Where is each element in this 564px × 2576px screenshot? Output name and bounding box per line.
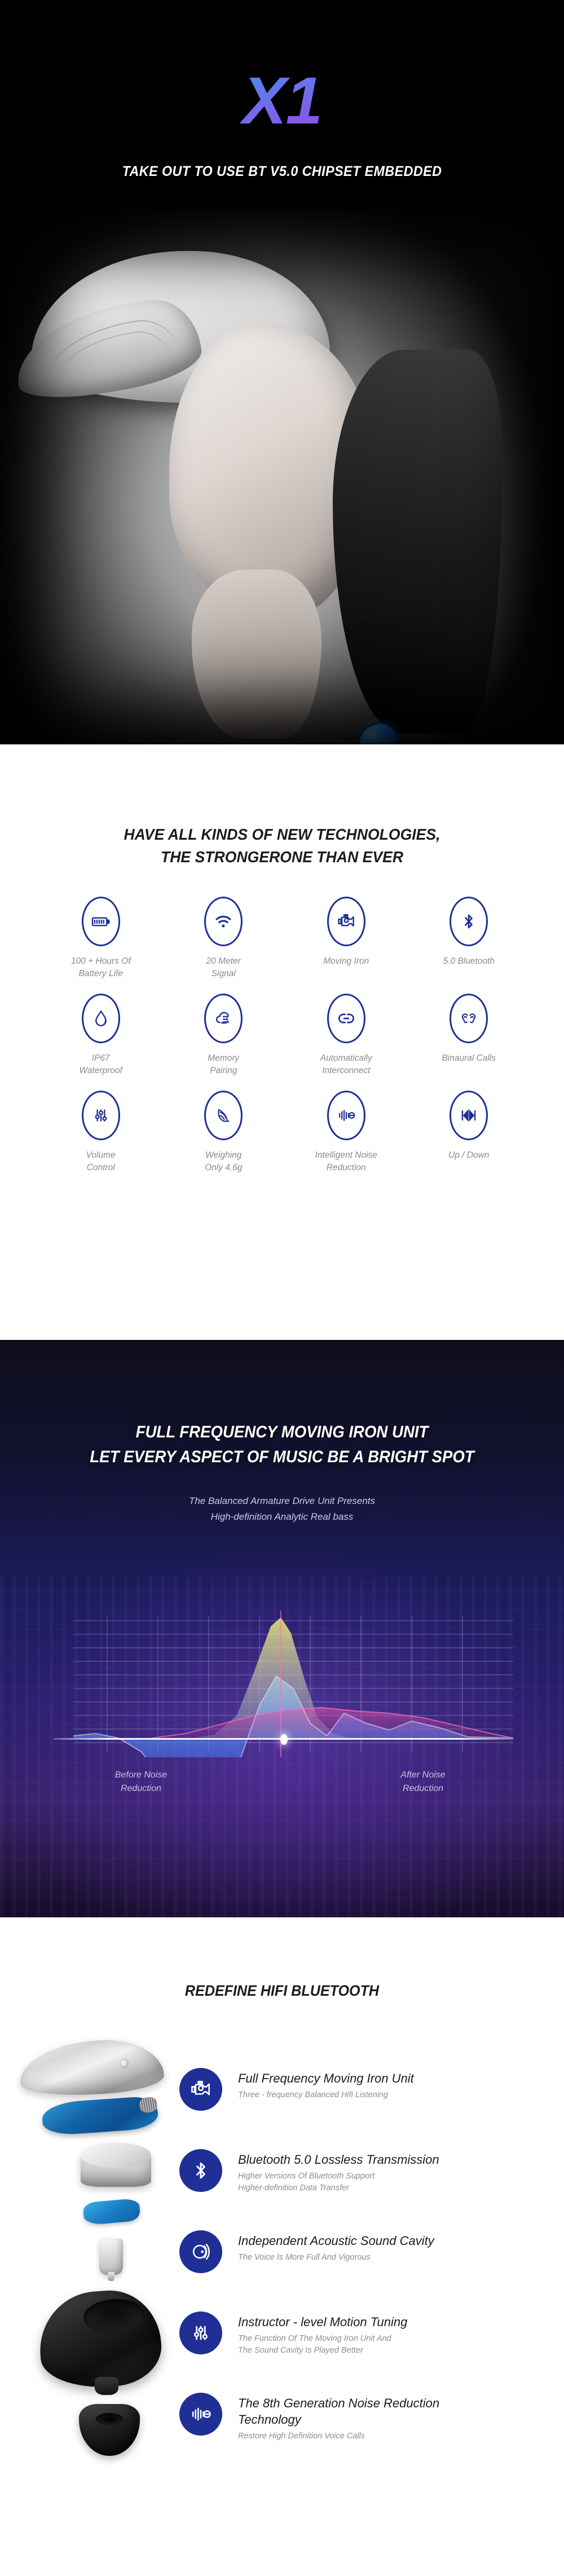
driver-unit-part <box>99 2239 123 2275</box>
battery-icon <box>81 897 120 946</box>
wifi-signal-icon <box>204 897 243 946</box>
frequency-response-chart <box>73 1554 513 1757</box>
photo-vignette <box>0 209 564 744</box>
feature-item-weight: Weighing Only 4.6g <box>162 1091 285 1176</box>
chart-svg <box>73 1611 513 1757</box>
feature-label: Intelligent Noise Reduction <box>315 1150 377 1173</box>
list-item: The 8th Generation Noise Reduction Techn… <box>179 2393 552 2474</box>
housing-nozzle-detail <box>95 2377 118 2395</box>
chart-center-marker <box>280 1734 288 1745</box>
list-item-subtitle: Restore High Definition Voice Calls <box>238 2432 365 2441</box>
noise-wave-icon <box>179 2393 222 2436</box>
ear-tip-bore-detail <box>96 2413 123 2425</box>
chart-captions: Before Noise Reduction After Noise Reduc… <box>0 1768 564 1796</box>
feature-item-noise-reduction: Intelligent Noise Reduction <box>285 1091 408 1176</box>
feature-label: IP67 Waterproof <box>79 1053 122 1076</box>
bluetooth-icon <box>179 2149 222 2192</box>
metal-case-shell-part <box>18 2037 165 2098</box>
list-item-subtitle: Higher Versions Of Bluetooth Support Hig… <box>238 2172 375 2193</box>
track-skip-icon <box>450 1091 488 1140</box>
caption-before: Before Noise Reduction <box>114 1770 168 1793</box>
feature-label: 20 Meter Signal <box>206 956 241 979</box>
list-item-text: Full Frequency Moving Iron Unit Three - … <box>238 2068 414 2101</box>
battery-top-face <box>81 2143 151 2168</box>
features-section: HAVE ALL KINDS OF NEW TECHNOLOGIES, THE … <box>0 744 564 1340</box>
list-item: Bluetooth 5.0 Lossless Transmission High… <box>179 2149 552 2230</box>
acoustic-subtitle: The Balanced Armature Drive Unit Present… <box>0 1493 564 1524</box>
list-item-text: Instructor - level Motion Tuning The Fun… <box>238 2312 407 2356</box>
list-item-subtitle: The Function Of The Moving Iron Unit And… <box>238 2334 391 2355</box>
list-item-text: Bluetooth 5.0 Lossless Transmission High… <box>238 2149 439 2194</box>
list-item-title: Instructor - level Motion Tuning <box>238 2315 408 2329</box>
redefine-title: REDEFINE HIFI BLUETOOTH <box>184 1982 380 1999</box>
feature-label: Automatically Interconnect <box>320 1053 372 1076</box>
list-item: Independent Acoustic Sound Cavity The Vo… <box>179 2230 552 2312</box>
redefine-feature-list: Full Frequency Moving Iron Unit Three - … <box>179 2068 552 2474</box>
bluetooth-icon <box>450 897 488 946</box>
feature-item-battery: 100 + Hours Of Battery Life <box>39 897 162 982</box>
feature-item-memory-pairing: Memory Pairing <box>162 994 285 1079</box>
feature-item-moving-iron: Moving Iron <box>285 897 408 982</box>
list-item-title: Independent Acoustic Sound Cavity <box>238 2234 434 2248</box>
acoustic-title: FULL FREQUENCY MOVING IRON UNIT LET EVER… <box>23 1420 541 1469</box>
feature-item-waterproof: IP67 Waterproof <box>39 994 162 1079</box>
sliders-icon <box>179 2312 222 2354</box>
caption-after: After Noise Reduction <box>400 1770 446 1793</box>
ear-tip-part <box>79 2404 140 2456</box>
moving-iron-icon <box>327 897 365 946</box>
exploded-view-diagram <box>11 2037 175 2524</box>
list-item-subtitle: Three - frequency Balanced Hifi Listenin… <box>238 2090 388 2100</box>
acoustic-section: FULL FREQUENCY MOVING IRON UNIT LET EVER… <box>0 1340 564 1917</box>
hero-tagline: TAKE OUT TO USE BT V5.0 CHIPSET EMBEDDED <box>122 164 442 179</box>
redefine-body: Full Frequency Moving Iron Unit Three - … <box>0 2037 564 2535</box>
list-item-text: Independent Acoustic Sound Cavity The Vo… <box>238 2230 434 2264</box>
sound-cavity-icon <box>179 2230 222 2273</box>
hero-photo <box>0 209 564 744</box>
hero-section: X1 TAKE OUT TO USE BT V5.0 CHIPSET EMBED… <box>0 0 564 744</box>
list-item-title: The 8th Generation Noise Reduction Techn… <box>238 2396 440 2427</box>
product-logo: X1 <box>0 68 564 134</box>
list-item-text: The 8th Generation Noise Reduction Techn… <box>238 2393 439 2442</box>
feature-label: 5.0 Bluetooth <box>443 956 495 966</box>
feature-item-volume: Volume Control <box>39 1091 162 1176</box>
feature-label: Up / Down <box>448 1150 490 1160</box>
acoustic-title-line1: FULL FREQUENCY MOVING IRON UNIT <box>135 1423 429 1441</box>
feature-label: Binaural Calls <box>442 1053 496 1063</box>
sliders-icon <box>81 1091 120 1140</box>
redefine-section: REDEFINE HIFI BLUETOOTH Full Frequency M… <box>0 1917 564 2576</box>
list-item-subtitle: The Voice Is More Full And Vigorous <box>238 2253 371 2262</box>
link-icon <box>327 994 365 1043</box>
list-item: Full Frequency Moving Iron Unit Three - … <box>179 2068 552 2149</box>
features-grid: 100 + Hours Of Battery Life 20 Meter Sig… <box>39 897 530 1176</box>
features-title-line2: THE STRONGERONE THAN EVER <box>160 848 404 866</box>
memory-cloud-icon <box>204 994 243 1043</box>
feature-item-binaural: Binaural Calls <box>408 994 531 1079</box>
feature-item-interconnect: Automatically Interconnect <box>285 994 408 1079</box>
list-item-title: Bluetooth 5.0 Lossless Transmission <box>238 2152 439 2167</box>
moving-iron-icon <box>179 2068 222 2111</box>
feature-label: Moving Iron <box>323 956 369 966</box>
feature-item-signal: 20 Meter Signal <box>162 897 285 982</box>
feature-label: Volume Control <box>86 1150 116 1173</box>
feature-label: Memory Pairing <box>208 1053 240 1076</box>
noise-wave-icon <box>327 1091 365 1140</box>
feature-item-track-skip: Up / Down <box>408 1091 531 1176</box>
list-item-title: Full Frequency Moving Iron Unit <box>238 2071 414 2085</box>
flex-connector-part <box>82 2198 141 2226</box>
driver-nozzle-pin <box>108 2272 114 2281</box>
acoustic-subtitle-line1: The Balanced Armature Drive Unit Present… <box>188 1496 376 1506</box>
feature-label: Weighing Only 4.6g <box>205 1150 243 1173</box>
feature-item-bluetooth: 5.0 Bluetooth <box>408 897 531 982</box>
features-title: HAVE ALL KINDS OF NEW TECHNOLOGIES, THE … <box>14 823 550 868</box>
ears-icon <box>450 994 488 1043</box>
feather-icon <box>204 1091 243 1140</box>
list-item: Instructor - level Motion Tuning The Fun… <box>179 2312 552 2393</box>
acoustic-subtitle-line2: High-definition Analytic Real bass <box>210 1511 354 1522</box>
series-after-noise-reduction <box>73 1708 513 1738</box>
features-title-line1: HAVE ALL KINDS OF NEW TECHNOLOGIES, <box>124 826 440 843</box>
feature-label: 100 + Hours Of Battery Life <box>70 956 131 979</box>
water-drop-icon <box>81 994 120 1043</box>
acoustic-title-line2: LET EVERY ASPECT OF MUSIC BE A BRIGHT SP… <box>90 1447 474 1466</box>
case-button-detail <box>120 2059 129 2068</box>
